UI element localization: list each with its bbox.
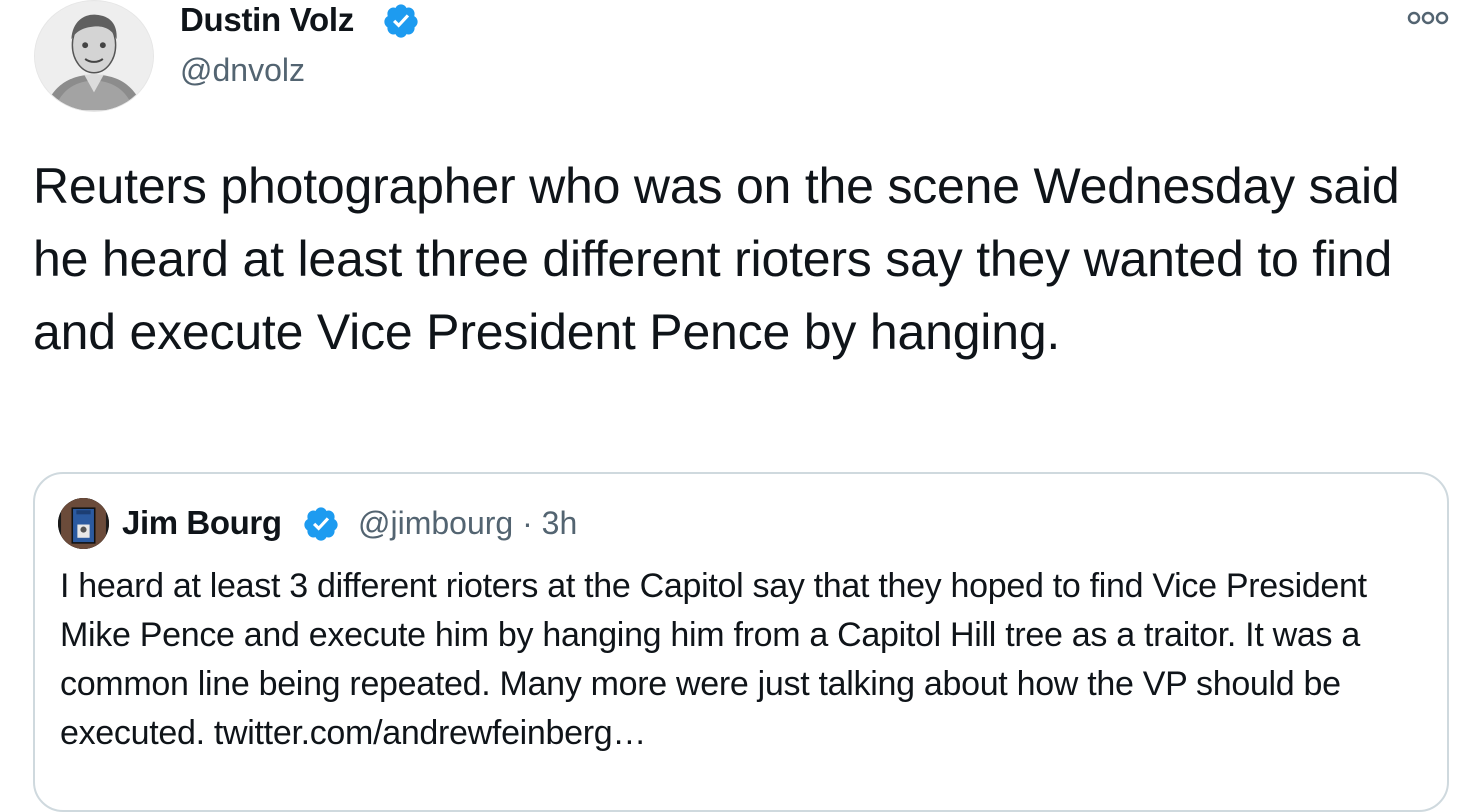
quoted-author-handle[interactable]: @jimbourg [358,505,513,541]
quoted-tweet-text: I heard at least 3 different rioters at … [60,567,1367,752]
quoted-author-avatar[interactable] [58,498,109,549]
more-options-icon [1407,11,1449,25]
author-avatar[interactable] [34,0,154,112]
quoted-author-name[interactable]: Jim Bourg [122,503,282,543]
author-handle[interactable]: @dnvolz [180,50,305,90]
verified-badge-icon [302,505,340,543]
more-options-button[interactable] [1402,4,1454,32]
quoted-tweet-time[interactable]: 3h [542,505,578,541]
meta-separator: · [522,505,533,541]
quoted-avatar-image [58,498,109,549]
author-name[interactable]: Dustin Volz [180,0,354,40]
verified-badge-icon [382,2,420,40]
avatar-portrait-image [35,1,153,111]
quoted-tweet-meta: @jimbourg · 3h [358,503,577,543]
tweet-text: Reuters photographer who was on the scen… [33,158,1400,360]
